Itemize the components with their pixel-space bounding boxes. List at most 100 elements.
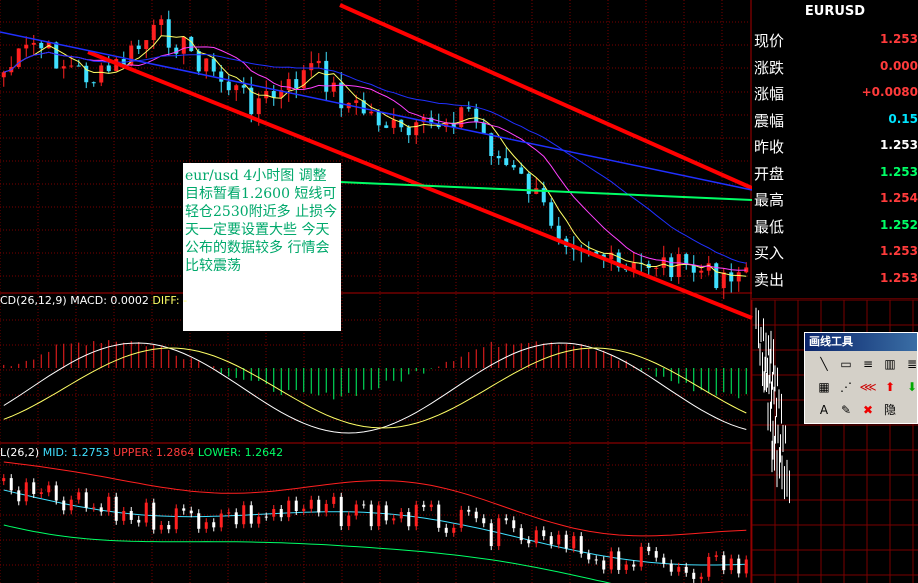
fib-tool[interactable]: ▥ (881, 355, 899, 373)
candle-body (196, 51, 201, 72)
boll-candle-body (729, 558, 733, 571)
toolbox-title[interactable]: 画线工具 (805, 333, 917, 351)
boll-candle-body (167, 524, 171, 530)
quote-row: 最高 1.254 (752, 186, 918, 212)
boll-candle-body (294, 500, 298, 512)
candle-body (1, 72, 6, 78)
boll-lower-line (3, 524, 612, 583)
boll-candle-body (414, 504, 418, 527)
boll-candle-body (677, 566, 681, 572)
quote-value: 1.253 (880, 244, 918, 258)
brush-tool[interactable]: ✎ (837, 401, 855, 419)
quote-value: 0.15 (888, 111, 918, 126)
boll-candle-body (594, 559, 598, 561)
line-tool[interactable]: ╲ (815, 355, 833, 373)
candle-body (466, 107, 471, 109)
quote-label: 昨收 (754, 138, 785, 156)
boll-candle-body (339, 496, 343, 527)
candle-body (316, 60, 321, 64)
boll-candle-body (182, 508, 186, 511)
quote-value: 1.253 (880, 270, 918, 285)
boll-candle-body (152, 502, 156, 530)
boll-candle-body (737, 558, 741, 574)
boll-candle-body (497, 518, 501, 547)
candle-body (61, 66, 66, 69)
gann-tool[interactable]: ⋰ (837, 378, 855, 396)
candle-body (159, 19, 164, 25)
candle-body (204, 58, 209, 72)
quote-row: 涨跌 0.000 (752, 54, 918, 80)
boll-candle-body (324, 503, 328, 513)
candle-body (91, 82, 96, 84)
candle-body (181, 36, 186, 54)
boll-candle-body (392, 518, 396, 521)
candle-body (39, 42, 44, 49)
rect-tool[interactable]: ▭ (837, 355, 855, 373)
down-arrow-tool[interactable]: ⬇ (903, 378, 918, 396)
boll-candle-body (602, 560, 606, 570)
boll-candle-body (587, 553, 591, 560)
candle-body (294, 79, 299, 89)
quote-row: 最低 1.252 (752, 213, 918, 239)
boll-candle-body (684, 566, 688, 573)
boll-candle-body (227, 512, 231, 514)
boll-candle-body (512, 520, 516, 529)
candle-body (309, 63, 314, 71)
hlines-tool[interactable]: ≡ (859, 355, 877, 373)
price-tool[interactable]: ≣ (903, 355, 918, 373)
quote-label: 开盘 (754, 164, 785, 183)
boll-candle-body (504, 518, 508, 521)
delete-tool[interactable]: ✖ (859, 401, 877, 419)
support-line (339, 181, 753, 201)
macd-dea-line (3, 347, 747, 429)
candle-body (286, 79, 291, 91)
quote-value: 1.254 (880, 191, 918, 205)
boll-candle-body (422, 504, 426, 508)
hide-tool[interactable]: 隐 (881, 401, 899, 419)
boll-candle-body (122, 510, 126, 521)
boll-candle-body (692, 572, 696, 579)
quote-row: 开盘 1.253 (752, 160, 918, 186)
boll-candle-body (32, 482, 36, 494)
candle-body (226, 81, 231, 91)
boll-candle-body (17, 490, 21, 502)
boll-candle-body (279, 508, 283, 518)
candle-body (264, 91, 269, 99)
channel-tool[interactable]: ▦ (815, 378, 833, 396)
candle-body (331, 82, 336, 92)
quote-row: 卖出 1.253 (752, 266, 918, 292)
boll-upper-text: UPPER: 1.2864 (113, 446, 195, 459)
quote-label: 最低 (754, 217, 785, 236)
boll-candle-body (699, 576, 703, 579)
boll-candle-body (362, 504, 366, 506)
boll-candle-body (144, 502, 148, 523)
boll-candle-body (114, 496, 118, 521)
candle-body (24, 44, 29, 49)
boll-lower-text: LOWER: 1.2642 (197, 446, 284, 459)
boll-candle-body (197, 513, 201, 529)
boll-candle-body (654, 551, 658, 558)
boll-candle-body (534, 530, 538, 544)
boll-candle-body (662, 557, 666, 564)
candle-body (406, 127, 411, 136)
candle-body (271, 91, 276, 98)
boll-candle-body (47, 485, 51, 493)
text-tool[interactable]: A (815, 401, 833, 419)
candle-body (481, 122, 486, 134)
boll-candle-body (429, 504, 433, 508)
boll-candle-body (617, 551, 621, 570)
boll-candle-body (407, 512, 411, 527)
candle-body (234, 85, 239, 91)
candle-body (391, 119, 396, 128)
boll-mid-text: MID: 1.2753 (42, 446, 110, 459)
up-arrow-tool[interactable]: ⬆ (881, 378, 899, 396)
macd-label-text: CD(26,12,9) MACD: 0.0002 (0, 294, 149, 307)
fan-tool[interactable]: ⋘ (859, 378, 877, 396)
quote-label: 涨跌 (754, 58, 785, 77)
candle-body (654, 267, 659, 269)
quote-value: 1.253 (880, 164, 918, 179)
quote-row: 买入 1.253 (752, 239, 918, 265)
boll-candle-body (527, 540, 531, 544)
boll-candle-body (452, 527, 456, 533)
boll-candle-body (474, 511, 478, 519)
